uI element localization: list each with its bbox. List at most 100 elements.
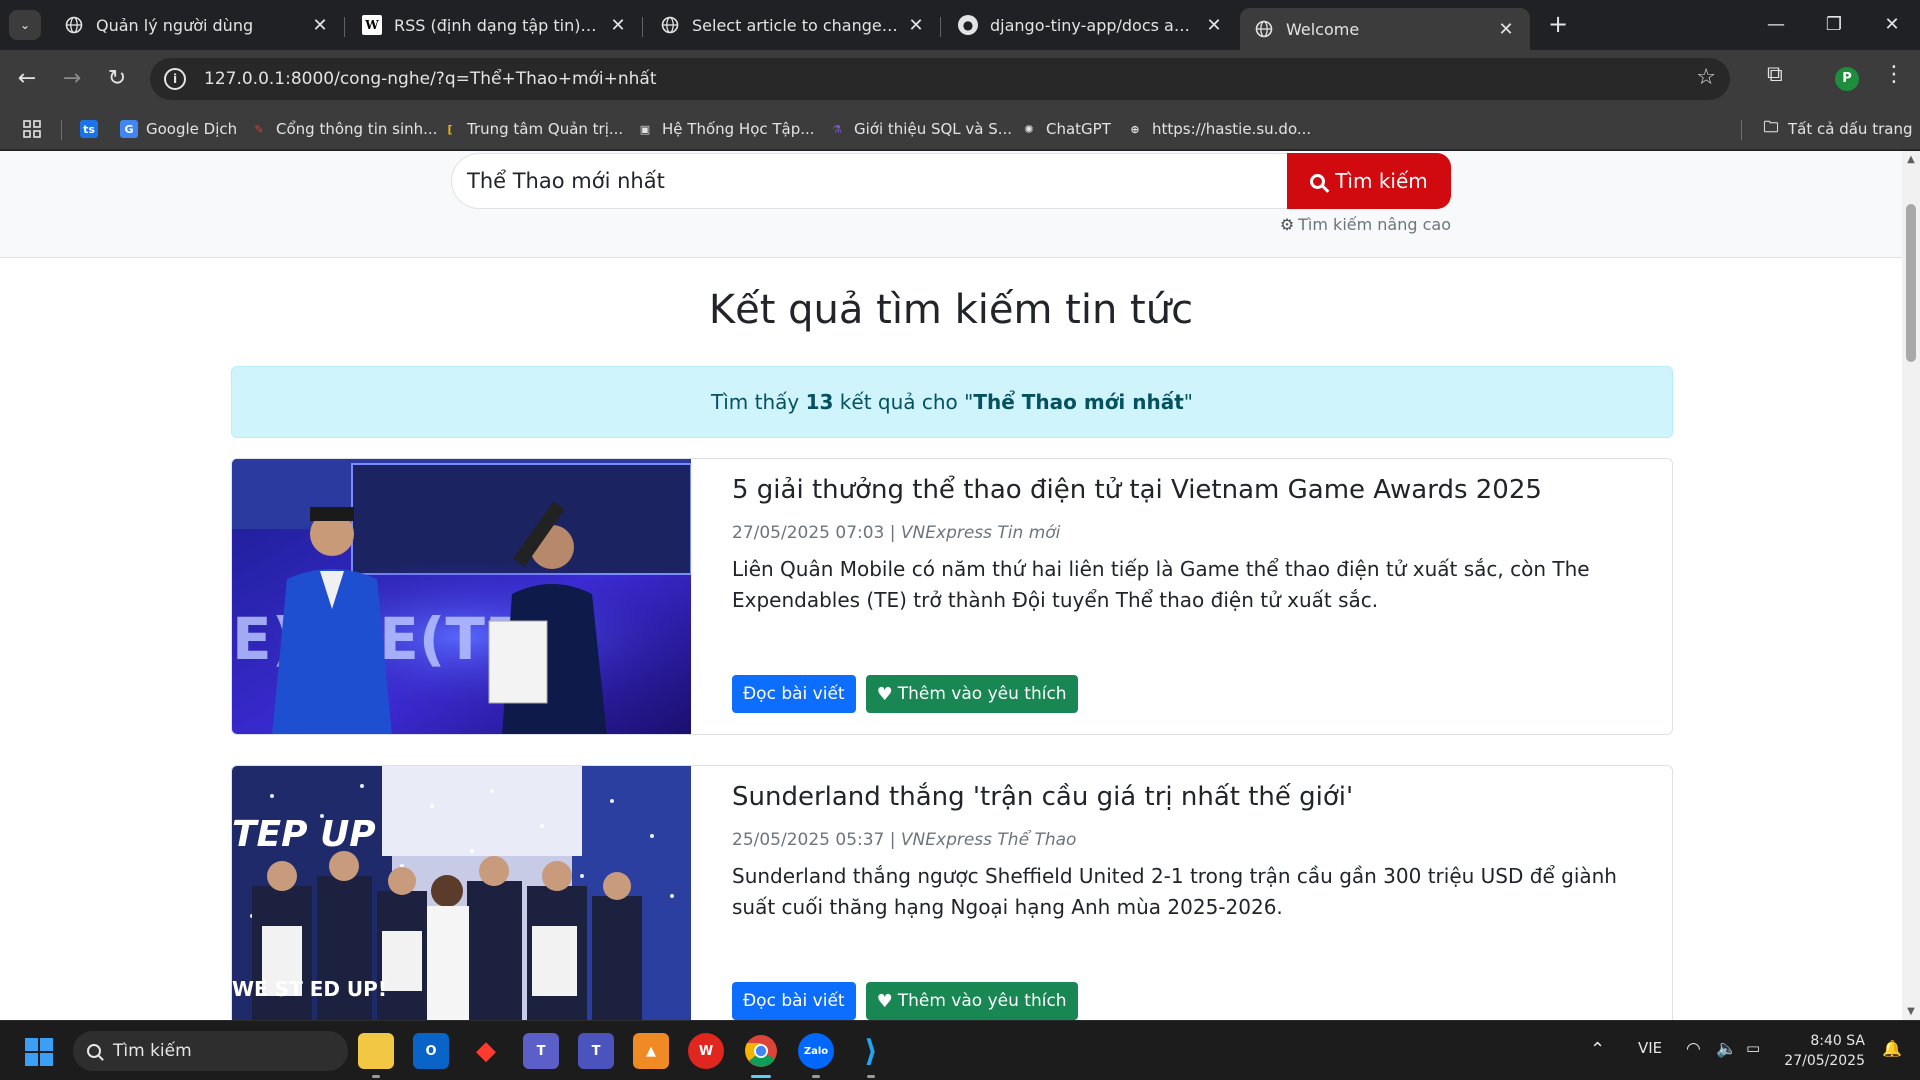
bookmark-label: ChatGPT xyxy=(1046,120,1111,138)
vscode-icon[interactable]: ⟩ xyxy=(853,1033,889,1078)
scroll-down-icon[interactable]: ▼ xyxy=(1906,1006,1916,1017)
search-input[interactable]: Thể Thao mới nhất xyxy=(451,153,1291,209)
advanced-search-link[interactable]: ⚙ Tìm kiếm nâng cao xyxy=(1280,215,1451,234)
tab-title: RSS (định dạng tập tin) – Wikipedia xyxy=(394,15,600,35)
add-favorite-button[interactable]: ♥ Thêm vào yêu thích xyxy=(865,982,1078,1020)
app-orange-icon[interactable]: ▲ xyxy=(633,1033,669,1069)
search-section: Thể Thao mới nhất Tìm kiếm ⚙ Tìm kiếm nâ… xyxy=(0,151,1902,258)
menu-icon[interactable]: ⋮ xyxy=(1883,62,1905,87)
profile-avatar[interactable]: P xyxy=(1835,67,1859,91)
article-card: TEP UP WE ST ED UP! Sunderland thắng 'tr… xyxy=(231,765,1673,1020)
tab-users[interactable]: Quản lý người dùng ✕ xyxy=(50,8,344,42)
tab-github[interactable]: ● django-tiny-app/docs at main · GitHub … xyxy=(944,8,1238,42)
minimize-button[interactable]: — xyxy=(1752,8,1800,42)
clock-time: 8:40 SA xyxy=(1810,1033,1865,1049)
all-bookmarks[interactable]: 🗀 Tất cả dấu trang xyxy=(1762,118,1912,140)
apps-grid-icon[interactable] xyxy=(22,118,42,140)
wps-office-icon[interactable]: W xyxy=(688,1033,724,1069)
tab-welcome[interactable]: Welcome ✕ xyxy=(1240,8,1530,50)
tab-title: Quản lý người dùng xyxy=(96,15,254,35)
maximize-button[interactable]: ❐ xyxy=(1810,8,1858,42)
bookmark-trung-tam[interactable]: [Trung tâm Quản trị... xyxy=(441,118,623,140)
results-summary: Tìm thấy 13 kết quả cho " Thể Thao mới n… xyxy=(231,366,1673,438)
notification-bell-icon[interactable]: 🔔 xyxy=(1882,1039,1902,1058)
bookmark-ts[interactable]: ts xyxy=(80,118,106,140)
taskbar-search[interactable]: Tìm kiếm xyxy=(73,1031,348,1071)
back-button[interactable]: ← xyxy=(11,63,43,95)
article-thumbnail[interactable]: E)BLE(TE) xyxy=(232,459,692,734)
folder-icon: 🗀 xyxy=(1763,117,1779,136)
close-icon[interactable]: ✕ xyxy=(608,15,628,36)
close-icon[interactable]: ✕ xyxy=(1204,15,1224,36)
bookmark-hastie[interactable]: ⊕ https://hastie.su.do... xyxy=(1126,118,1311,140)
tab-news-admin[interactable]: Select article to change | news admin ✕ xyxy=(646,8,940,42)
close-icon[interactable]: ✕ xyxy=(1496,19,1516,40)
tab-title: django-tiny-app/docs at main · GitHub xyxy=(990,15,1196,35)
bookmark-label: Cổng thông tin sinh... xyxy=(276,120,438,138)
forward-button[interactable]: → xyxy=(56,63,88,95)
system-clock[interactable]: 8:40 SA 27/05/2025 xyxy=(1775,1031,1865,1071)
tab-strip: ⌄ Quản lý người dùng ✕ W RSS (định dạng … xyxy=(0,0,1920,50)
url-text[interactable]: 127.0.0.1:8000/cong-nghe/?q=Thể+Thao+mới… xyxy=(204,69,657,89)
bookmark-he-thong-hoc-tap[interactable]: ▣ Hệ Thống Học Tập... xyxy=(636,118,815,140)
article-date: 27/05/2025 07:03 | xyxy=(732,523,901,543)
summary-prefix: Tìm thấy xyxy=(711,390,806,414)
new-tab-button[interactable]: + xyxy=(1543,10,1573,40)
tab-divider xyxy=(940,17,941,37)
heart-icon: ♥ xyxy=(876,683,893,705)
bookmark-google-dich[interactable]: G Google Dịch xyxy=(120,118,237,140)
reload-button[interactable]: ↻ xyxy=(101,63,133,95)
add-favorite-button[interactable]: ♥ Thêm vào yêu thích xyxy=(865,675,1078,713)
extensions-icon[interactable]: ⧉ xyxy=(1767,62,1783,87)
page-scrollbar[interactable]: ▲ ▼ xyxy=(1902,151,1920,1020)
article-source: VNExpress Thể Thao xyxy=(900,830,1077,850)
globe-icon xyxy=(660,15,680,35)
chrome-icon[interactable] xyxy=(743,1033,779,1078)
address-bar[interactable]: i 127.0.0.1:8000/cong-nghe/?q=Thể+Thao+m… xyxy=(150,58,1730,100)
article-title[interactable]: 5 giải thưởng thể thao điện tử tại Vietn… xyxy=(732,475,1542,505)
tab-divider xyxy=(642,17,643,37)
read-article-button[interactable]: Đọc bài viết xyxy=(732,982,856,1020)
tab-search-button[interactable]: ⌄ xyxy=(9,10,41,40)
clock-date: 27/05/2025 xyxy=(1784,1053,1865,1069)
battery-icon[interactable]: ▭ xyxy=(1746,1039,1760,1057)
chevron-up-icon[interactable]: ⌃ xyxy=(1590,1039,1605,1060)
search-button-label: Tìm kiếm xyxy=(1335,169,1428,193)
bookmark-label: Trung tâm Quản trị... xyxy=(467,120,624,138)
bookmark-label: Hệ Thống Học Tập... xyxy=(662,120,815,138)
taskbar: Tìm kiếm O ◆ T T ▲ W Zalo ⟩ ⌃ VIE ◠ 🔈 ▭ … xyxy=(0,1020,1920,1080)
article-body: Sunderland thắng 'trận cầu giá trị nhất … xyxy=(732,766,1642,1020)
volume-icon[interactable]: 🔈 xyxy=(1716,1039,1737,1059)
article-source: VNExpress Tin mới xyxy=(900,523,1061,543)
article-thumbnail[interactable]: TEP UP WE ST ED UP! xyxy=(232,766,691,1020)
tab-title: Select article to change | news admin xyxy=(692,15,898,35)
chatgpt-icon: ✺ xyxy=(1024,122,1034,136)
close-icon[interactable]: ✕ xyxy=(906,15,926,36)
add-favorite-label: Thêm vào yêu thích xyxy=(897,991,1067,1011)
start-windows-icon[interactable] xyxy=(25,1038,53,1066)
teams-icon[interactable]: T xyxy=(523,1033,559,1069)
teams-work-icon[interactable]: T xyxy=(578,1033,614,1069)
bookmark-label: Google Dịch xyxy=(146,120,238,138)
advanced-search-label: Tìm kiếm nâng cao xyxy=(1298,215,1451,234)
bookmark-cong-thong-tin[interactable]: ✎ Cổng thông tin sinh... xyxy=(250,118,437,140)
site-info-icon[interactable]: i xyxy=(164,68,186,90)
github-icon: ● xyxy=(958,15,978,35)
app-diamond-icon[interactable]: ◆ xyxy=(468,1033,504,1069)
wifi-icon[interactable]: ◠ xyxy=(1686,1039,1701,1059)
scroll-up-icon[interactable]: ▲ xyxy=(1906,154,1916,165)
scrollbar-thumb[interactable] xyxy=(1906,204,1916,362)
zalo-icon[interactable]: Zalo xyxy=(798,1033,834,1078)
bookmark-star-icon[interactable]: ☆ xyxy=(1696,65,1716,90)
language-indicator[interactable]: VIE xyxy=(1638,1039,1662,1057)
read-article-button[interactable]: Đọc bài viết xyxy=(732,675,856,713)
search-button[interactable]: Tìm kiếm xyxy=(1287,153,1451,209)
outlook-icon[interactable]: O xyxy=(413,1033,449,1069)
tab-rss-wikipedia[interactable]: W RSS (định dạng tập tin) – Wikipedia ✕ xyxy=(348,8,642,42)
article-title[interactable]: Sunderland thắng 'trận cầu giá trị nhất … xyxy=(732,782,1353,812)
bookmark-chatgpt[interactable]: ✺ ChatGPT xyxy=(1020,118,1111,140)
bookmark-sql[interactable]: ⚗ Giới thiệu SQL và S... xyxy=(828,118,1012,140)
close-icon[interactable]: ✕ xyxy=(310,15,330,36)
file-explorer-icon[interactable] xyxy=(358,1033,394,1078)
window-close-button[interactable]: ✕ xyxy=(1868,8,1916,42)
